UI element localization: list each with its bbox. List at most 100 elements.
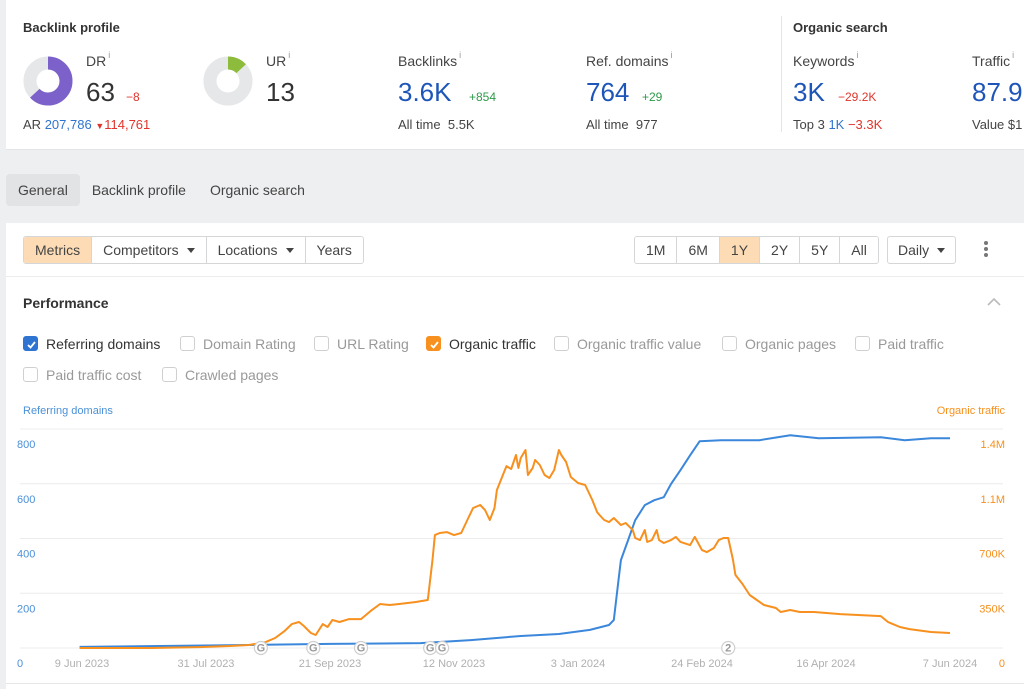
backlinks-label: Backlinks i xyxy=(398,50,462,69)
range-2y-button[interactable]: 2Y xyxy=(760,237,801,263)
checkbox-domain-rating[interactable]: Domain Rating xyxy=(180,335,296,353)
ref-domains-value[interactable]: 764 xyxy=(586,77,629,107)
backlinks-delta: +854 xyxy=(469,90,497,104)
ref-domains-all-time: All time 977 xyxy=(586,117,658,132)
checkbox-checked-icon xyxy=(23,335,38,351)
checkbox-label: Organic traffic xyxy=(449,336,536,352)
dr-delta: −8 xyxy=(126,90,140,104)
dr-donut-chart xyxy=(23,56,73,106)
checkbox-checked-icon xyxy=(426,335,441,351)
traffic-value-amount: $1 xyxy=(1007,117,1023,132)
backlinks-all-time: All time 5.5K xyxy=(398,117,475,132)
checkbox-referring-domains[interactable]: Referring domains xyxy=(23,335,160,353)
checkbox-label: URL Rating xyxy=(337,336,409,352)
range-1m-button[interactable]: 1M xyxy=(635,237,678,263)
caret-down-icon xyxy=(285,247,294,253)
ar-delta: 114,761 xyxy=(104,117,151,132)
keywords-top3: Top 3 1K −3.3K xyxy=(793,117,882,132)
ref-domains-all-time-label: All time xyxy=(586,117,629,132)
checkbox-url-rating[interactable]: URL Rating xyxy=(314,335,409,353)
checkbox-label: Paid traffic xyxy=(878,336,944,352)
caret-down-icon xyxy=(937,247,946,253)
stats-panel: Backlink profile DR i 63 −8 AR 207,786 ▼1… xyxy=(6,0,1024,150)
view-mode-group: Metrics Competitors Locations Years xyxy=(23,236,364,264)
interval-label: Daily xyxy=(898,242,930,258)
checkbox-empty-icon xyxy=(722,335,737,351)
checkbox-label: Organic traffic value xyxy=(577,336,702,352)
checkbox-label: Paid traffic cost xyxy=(46,367,142,383)
checkbox-empty-icon xyxy=(554,335,569,351)
checkbox-crawled-pages[interactable]: Crawled pages xyxy=(162,366,278,384)
keywords-info-icon[interactable]: i xyxy=(856,50,858,60)
range-1y-button[interactable]: 1Y xyxy=(719,237,761,263)
range-5y-button[interactable]: 5Y xyxy=(800,237,841,263)
checkbox-label: Referring domains xyxy=(46,336,161,352)
tab-organic-search[interactable]: Organic search xyxy=(198,174,317,206)
range-6m-button[interactable]: 6M xyxy=(677,237,720,263)
locations-dropdown[interactable]: Locations xyxy=(206,237,306,263)
checkbox-empty-icon xyxy=(23,366,38,382)
ref-domains-info-icon[interactable]: i xyxy=(670,50,672,60)
traffic-info-icon[interactable]: i xyxy=(1012,50,1014,60)
left-axis-title: Referring domains xyxy=(23,405,113,417)
checkbox-empty-icon xyxy=(180,335,195,351)
ar-row: AR 207,786 ▼114,761 xyxy=(23,117,150,132)
panel-bottom-divider xyxy=(6,683,1024,684)
backlinks-info-icon[interactable]: i xyxy=(459,50,461,60)
tab-general[interactable]: General xyxy=(6,174,80,206)
checkbox-empty-icon xyxy=(162,366,177,382)
ref-domains-all-time-value: 977 xyxy=(635,117,658,132)
backlinks-all-time-label: All time xyxy=(398,117,441,132)
ur-info-icon[interactable]: i xyxy=(288,50,290,60)
locations-label: Locations xyxy=(217,242,278,258)
backlink-profile-title: Backlink profile xyxy=(23,20,120,35)
ref-domains-delta: +29 xyxy=(642,90,663,104)
top3-value[interactable]: 1K xyxy=(828,117,844,132)
right-axis-title: Organic traffic xyxy=(936,405,1005,417)
chart-toolbar: Metrics Competitors Locations Years 1M 6… xyxy=(6,223,1024,277)
traffic-value[interactable]: 87.9 xyxy=(972,77,1023,107)
ar-value[interactable]: 207,786 xyxy=(45,117,92,132)
competitors-label: Competitors xyxy=(103,242,179,258)
traffic-value-row: Value $1 xyxy=(972,117,1022,132)
triangle-down-icon: ▼ xyxy=(95,121,105,131)
checkbox-paid-traffic-cost[interactable]: Paid traffic cost xyxy=(23,366,141,384)
checkbox-label: Domain Rating xyxy=(203,336,296,352)
range-all-button[interactable]: All xyxy=(840,237,878,263)
competitors-dropdown[interactable]: Competitors xyxy=(92,237,207,263)
chevron-up-icon[interactable] xyxy=(986,295,1002,309)
ar-label: AR xyxy=(23,117,42,132)
traffic-value-label: Value xyxy=(972,117,1005,132)
top3-delta: −3.3K xyxy=(847,117,883,132)
checkbox-empty-icon xyxy=(855,335,870,351)
checkbox-label: Organic pages xyxy=(745,336,837,352)
ref-domains-label: Ref. domains i xyxy=(586,50,673,69)
ur-value: 13 xyxy=(266,77,295,107)
checkbox-organic-traffic-value[interactable]: Organic traffic value xyxy=(554,335,701,353)
performance-title: Performance xyxy=(23,295,109,311)
section-divider xyxy=(781,16,782,132)
tab-backlink-profile[interactable]: Backlink profile xyxy=(80,174,198,206)
dr-value: 63 xyxy=(86,77,115,107)
ur-label: UR i xyxy=(266,50,291,69)
checkbox-empty-icon xyxy=(314,335,329,351)
top3-label: Top 3 xyxy=(793,117,825,132)
backlinks-value[interactable]: 3.6K xyxy=(398,77,452,107)
metrics-button[interactable]: Metrics xyxy=(24,237,93,263)
keywords-delta: −29.2K xyxy=(838,90,877,104)
keywords-value[interactable]: 3K xyxy=(793,77,825,107)
interval-dropdown[interactable]: Daily xyxy=(887,236,957,264)
checkbox-label: Crawled pages xyxy=(185,367,279,383)
performance-panel: Metrics Competitors Locations Years 1M 6… xyxy=(6,223,1024,689)
keywords-label: Keywords i xyxy=(793,50,859,69)
kebab-menu-icon[interactable] xyxy=(982,241,990,261)
backlinks-all-time-value: 5.5K xyxy=(447,117,475,132)
dr-info-icon[interactable]: i xyxy=(108,50,110,60)
dr-label: DR i xyxy=(86,50,111,69)
checkbox-paid-traffic[interactable]: Paid traffic xyxy=(855,335,944,353)
ur-donut-chart xyxy=(203,56,253,106)
years-button[interactable]: Years xyxy=(305,237,363,263)
checkbox-organic-traffic[interactable]: Organic traffic xyxy=(426,335,536,353)
checkbox-organic-pages[interactable]: Organic pages xyxy=(722,335,836,353)
caret-down-icon xyxy=(186,247,195,253)
